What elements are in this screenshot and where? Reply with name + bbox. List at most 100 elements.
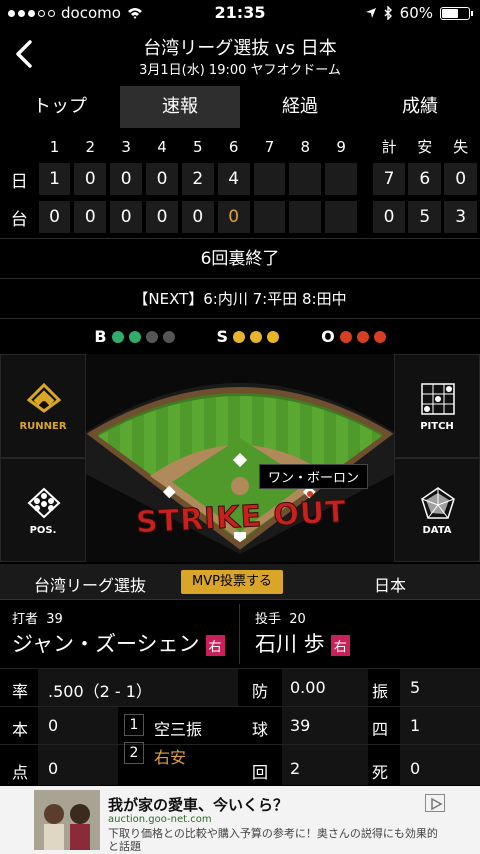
player-stats: 率 .500（2 - 1） 防 0.00 振 5 本 0 1 空三振 球 39 … <box>0 668 480 785</box>
walks-value: 1 <box>410 716 421 735</box>
tab-progress[interactable]: 経過 <box>240 86 360 128</box>
inning-score: 0 <box>38 201 71 233</box>
data-button[interactable]: DATA <box>394 458 480 562</box>
ad-choices-icon[interactable] <box>425 794 445 812</box>
ad-url: auction.goo-net.com <box>108 814 212 825</box>
strikeouts-label: 振 <box>372 682 389 701</box>
inning-score <box>325 163 358 195</box>
positions-button[interactable]: POS. <box>0 458 86 562</box>
team-total: 0 <box>372 201 406 233</box>
inning-score: 0 <box>146 163 178 195</box>
teams-bar: 台湾リーグ選抜 MVP投票する 日本 <box>0 564 480 600</box>
inning-score <box>289 163 322 195</box>
team-total: 6 <box>408 163 442 195</box>
bluetooth-icon <box>384 6 392 20</box>
stats-row: 本 0 1 空三振 球 39 四 1 <box>0 706 480 745</box>
inning-score: 4 <box>217 163 250 195</box>
strike-label: S <box>216 327 229 346</box>
inning-score: 0 <box>110 201 143 233</box>
tab-stats[interactable]: 成績 <box>360 86 480 128</box>
walks-label: 四 <box>372 720 389 739</box>
era-label: 防 <box>252 682 269 701</box>
avg-label: 率 <box>12 682 29 701</box>
pitcher-panel[interactable]: 投手 20 石川 歩右 <box>243 604 480 664</box>
ad-banner[interactable]: 我が家の愛車、今いくら？ auction.goo-net.com 下取り価格との… <box>0 786 480 854</box>
inning-header: 2 <box>85 138 96 156</box>
pitch-button[interactable]: PITCH <box>394 354 480 458</box>
location-icon <box>365 8 376 18</box>
runner-icon <box>27 383 61 413</box>
tab-top[interactable]: トップ <box>0 86 120 128</box>
pitch-label: PITCH <box>420 421 454 432</box>
inning-score <box>289 201 322 233</box>
innings-value: 2 <box>290 759 301 778</box>
inning-score: 0 <box>74 163 107 195</box>
battery-icon <box>440 6 473 20</box>
scoreboard-row-japan: 日 1 0 0 0 2 4 7 6 0 <box>0 160 480 198</box>
pitcher-hand-badge: 右 <box>330 634 350 656</box>
team-total: 3 <box>444 201 477 233</box>
inning-score: 0 <box>74 201 107 233</box>
inning-score: 1 <box>38 163 71 195</box>
ad-description: 下取り価格との比較や購入予算の参考に！奥さんの説得にも効果的と話題 <box>108 827 438 853</box>
inning-score: 0 <box>146 201 178 233</box>
batter-name: ジャン・ズーシェン <box>12 632 200 656</box>
inning-header: 3 <box>121 138 131 156</box>
data-label: DATA <box>422 525 452 536</box>
status-bar: docomo 21:35 60% <box>0 0 480 26</box>
batter-role: 打者 <box>12 612 39 627</box>
pitches-label: 球 <box>252 720 269 739</box>
inning-score <box>325 201 358 233</box>
at-bat-number-box: 1 <box>124 714 144 736</box>
runner-button[interactable]: RUNNER <box>0 354 86 458</box>
tab-live[interactable]: 速報 <box>120 86 240 128</box>
ball-count: B S O <box>0 318 480 354</box>
ball-indicator <box>111 330 124 343</box>
at-bat-result: 右安 <box>154 748 187 767</box>
stats-row: 率 .500（2 - 1） 防 0.00 振 5 <box>0 668 480 707</box>
mvp-vote-button[interactable]: MVP投票する <box>181 570 283 594</box>
game-header: 台湾リーグ選抜 vs 日本 3月1日(水) 19:00 ヤフオクドーム <box>0 28 480 84</box>
inning-score <box>253 163 286 195</box>
inning-score: 0 <box>110 163 143 195</box>
avg-value: .500（2 - 1） <box>48 682 152 701</box>
strikeouts-value: 5 <box>410 678 421 697</box>
pitcher-role: 投手 <box>255 612 282 627</box>
inning-score <box>253 201 286 233</box>
strike-indicator <box>267 330 280 343</box>
current-players: 打者 39 ジャン・ズーシェン右 投手 20 石川 歩右 <box>0 604 480 664</box>
batter-number: 39 <box>46 612 63 627</box>
out-label: O <box>321 327 335 346</box>
inning-header: 5 <box>193 138 203 156</box>
inning-header: 4 <box>157 138 167 156</box>
inning-header: 6 <box>228 138 239 156</box>
inning-score: 0 <box>181 201 214 233</box>
team-total: 0 <box>444 163 477 195</box>
game-subtitle: 3月1日(水) 19:00 ヤフオクドーム <box>139 63 341 78</box>
ball-label: B <box>94 327 107 346</box>
total-header: 失 <box>453 138 469 156</box>
fielder-label: ワン・ボーロン <box>259 464 369 489</box>
inning-header: 8 <box>300 138 311 156</box>
ball-indicator <box>145 330 158 343</box>
innings-label: 回 <box>252 763 269 782</box>
inning-score: 2 <box>181 163 214 195</box>
home-team[interactable]: 台湾リーグ選抜 <box>34 572 146 596</box>
team-abbr: 日 <box>10 171 28 192</box>
rbi-value: 0 <box>48 759 59 778</box>
pitches-value: 39 <box>290 716 311 735</box>
at-bat-result: 空三振 <box>154 720 203 739</box>
team-total: 7 <box>372 163 406 195</box>
pitcher-name: 石川 歩 <box>255 632 325 656</box>
rbi-label: 点 <box>12 763 29 782</box>
inning-score-current: 0 <box>217 201 250 233</box>
hr-label: 本 <box>12 720 29 739</box>
tab-bar: トップ 速報 経過 成績 <box>0 86 480 128</box>
inning-header: 1 <box>49 138 60 156</box>
hr-value: 0 <box>48 716 59 735</box>
away-team[interactable]: 日本 <box>374 572 406 596</box>
team-abbr: 台 <box>10 209 28 230</box>
game-title: 台湾リーグ選抜 vs 日本 <box>143 38 337 59</box>
batter-panel[interactable]: 打者 39 ジャン・ズーシェン右 <box>0 604 240 664</box>
out-indicator <box>356 330 369 343</box>
